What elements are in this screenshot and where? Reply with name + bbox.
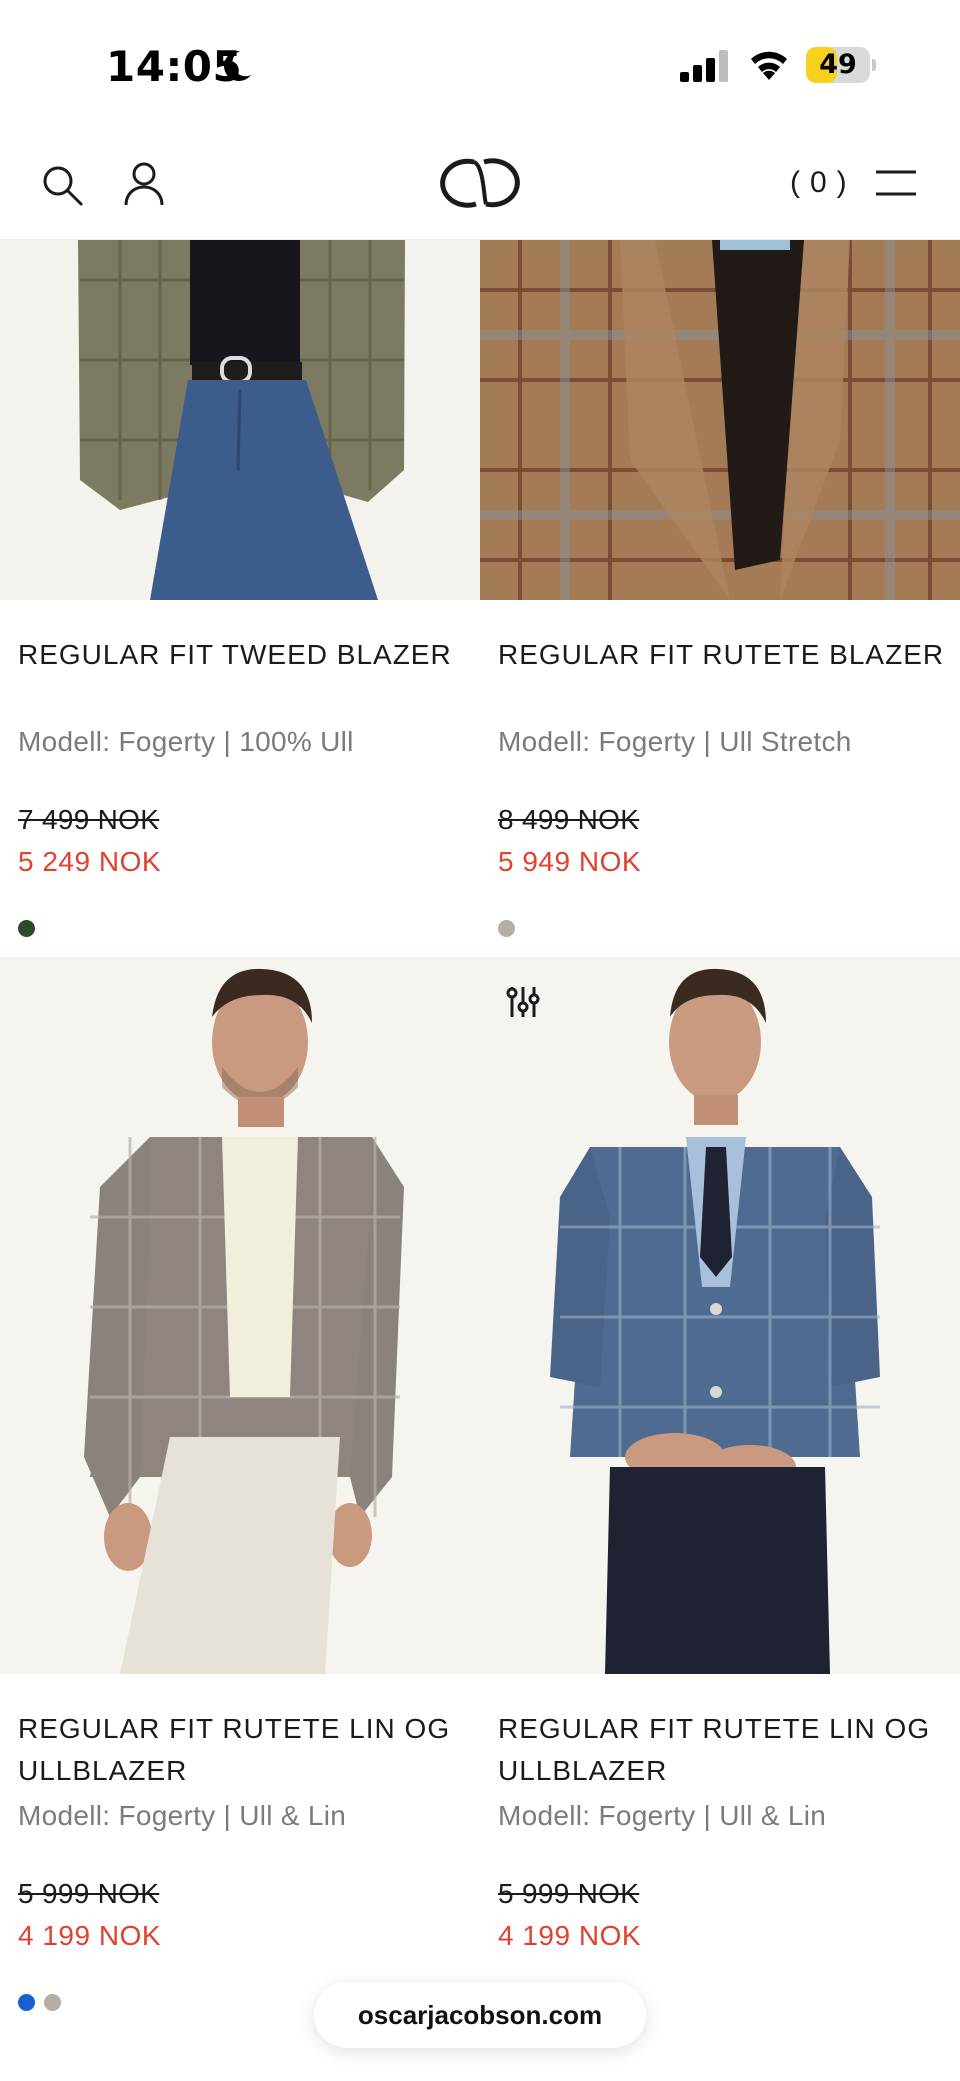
product-image[interactable] [0,240,480,600]
cart-button[interactable]: (0) [790,166,857,200]
product-sale-price: 4 199 NOK [18,1920,162,1951]
product-sale-price: 5 249 NOK [18,846,162,877]
product-title[interactable]: REGULAR FIT RUTETE LIN OG ULLBLAZER [18,1708,468,1792]
product-title[interactable]: REGULAR FIT TWEED BLAZER [18,634,468,676]
product-model: Modell: Fogerty | Ull & Lin [18,1800,347,1831]
wifi-icon [751,51,787,80]
product-card[interactable]: REGULAR FIT RUTETE BLAZER Modell: Fogert… [480,240,960,957]
product-card[interactable]: REGULAR FIT RUTETE LIN OG ULLBLAZER Mode… [0,957,480,2081]
product-sale-price: 5 949 NOK [498,846,642,877]
product-image[interactable] [480,957,960,1674]
site-header: (0) [0,130,960,240]
cellular-signal-icon [680,50,728,82]
product-old-price: 5 999 NOK [498,1878,640,1909]
product-image[interactable] [0,957,480,1674]
battery-level: 49 [819,49,857,80]
account-icon[interactable] [122,161,166,207]
moon-icon [224,50,251,81]
product-card[interactable]: REGULAR FIT TWEED BLAZER Modell: Fogerty… [0,240,480,957]
color-swatch[interactable] [498,920,515,937]
product-old-price: 5 999 NOK [18,1878,160,1909]
search-icon[interactable] [40,163,84,207]
product-model: Modell: Fogerty | Ull Stretch [498,726,852,757]
menu-icon[interactable] [876,168,916,198]
brand-logo[interactable] [430,152,530,214]
battery-indicator: 49 [806,47,876,83]
product-old-price: 7 499 NOK [18,804,160,835]
product-title[interactable]: REGULAR FIT RUTETE BLAZER [498,634,948,676]
color-swatch[interactable] [18,1994,35,2011]
browser-url-bar[interactable]: oscarjacobson.com [314,1982,646,2048]
status-bar: 14:05 49 [0,0,960,130]
color-swatch[interactable] [44,1994,61,2011]
product-sale-price: 4 199 NOK [498,1920,642,1951]
color-swatch[interactable] [18,920,35,937]
product-old-price: 8 499 NOK [498,804,640,835]
filter-icon[interactable] [506,985,540,1019]
product-image[interactable] [480,240,960,600]
product-card[interactable]: REGULAR FIT RUTETE LIN OG ULLBLAZER Mode… [480,957,960,2081]
product-model: Modell: Fogerty | Ull & Lin [498,1800,827,1831]
product-model: Modell: Fogerty | 100% Ull [18,726,354,757]
product-title[interactable]: REGULAR FIT RUTETE LIN OG ULLBLAZER [498,1708,948,1792]
